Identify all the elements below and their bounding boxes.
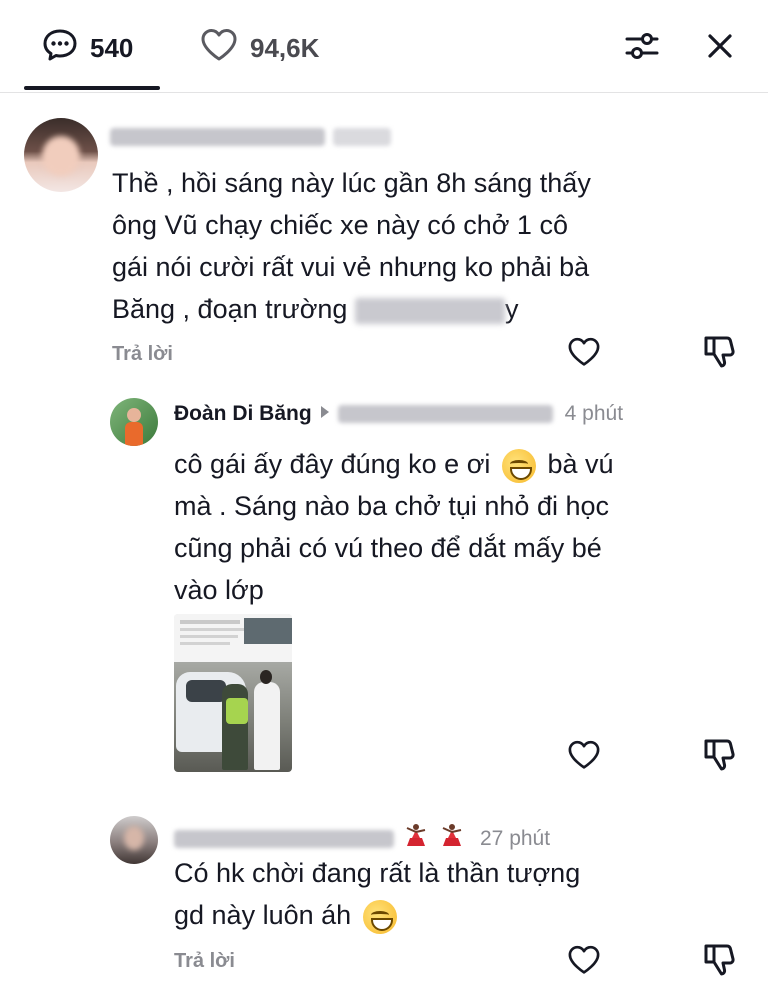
dancer-emoji-icon bbox=[402, 822, 430, 855]
reply-text: Có hk chời đang rất là thần tượng gd này… bbox=[174, 852, 714, 936]
dancer-emoji-icon bbox=[438, 822, 466, 855]
grin-sweat-emoji bbox=[362, 899, 397, 934]
reply-item: 27 phút Có hk chời đang rất là thần tượn… bbox=[0, 0, 768, 1000]
reply-header: 27 phút bbox=[174, 822, 550, 855]
like-heart-icon[interactable] bbox=[564, 940, 604, 980]
reply-button[interactable]: Trả lời bbox=[174, 950, 235, 973]
username-blurred[interactable] bbox=[174, 829, 394, 848]
timestamp: 27 phút bbox=[480, 826, 551, 850]
dislike-icon[interactable] bbox=[700, 940, 740, 980]
avatar[interactable] bbox=[110, 816, 158, 864]
